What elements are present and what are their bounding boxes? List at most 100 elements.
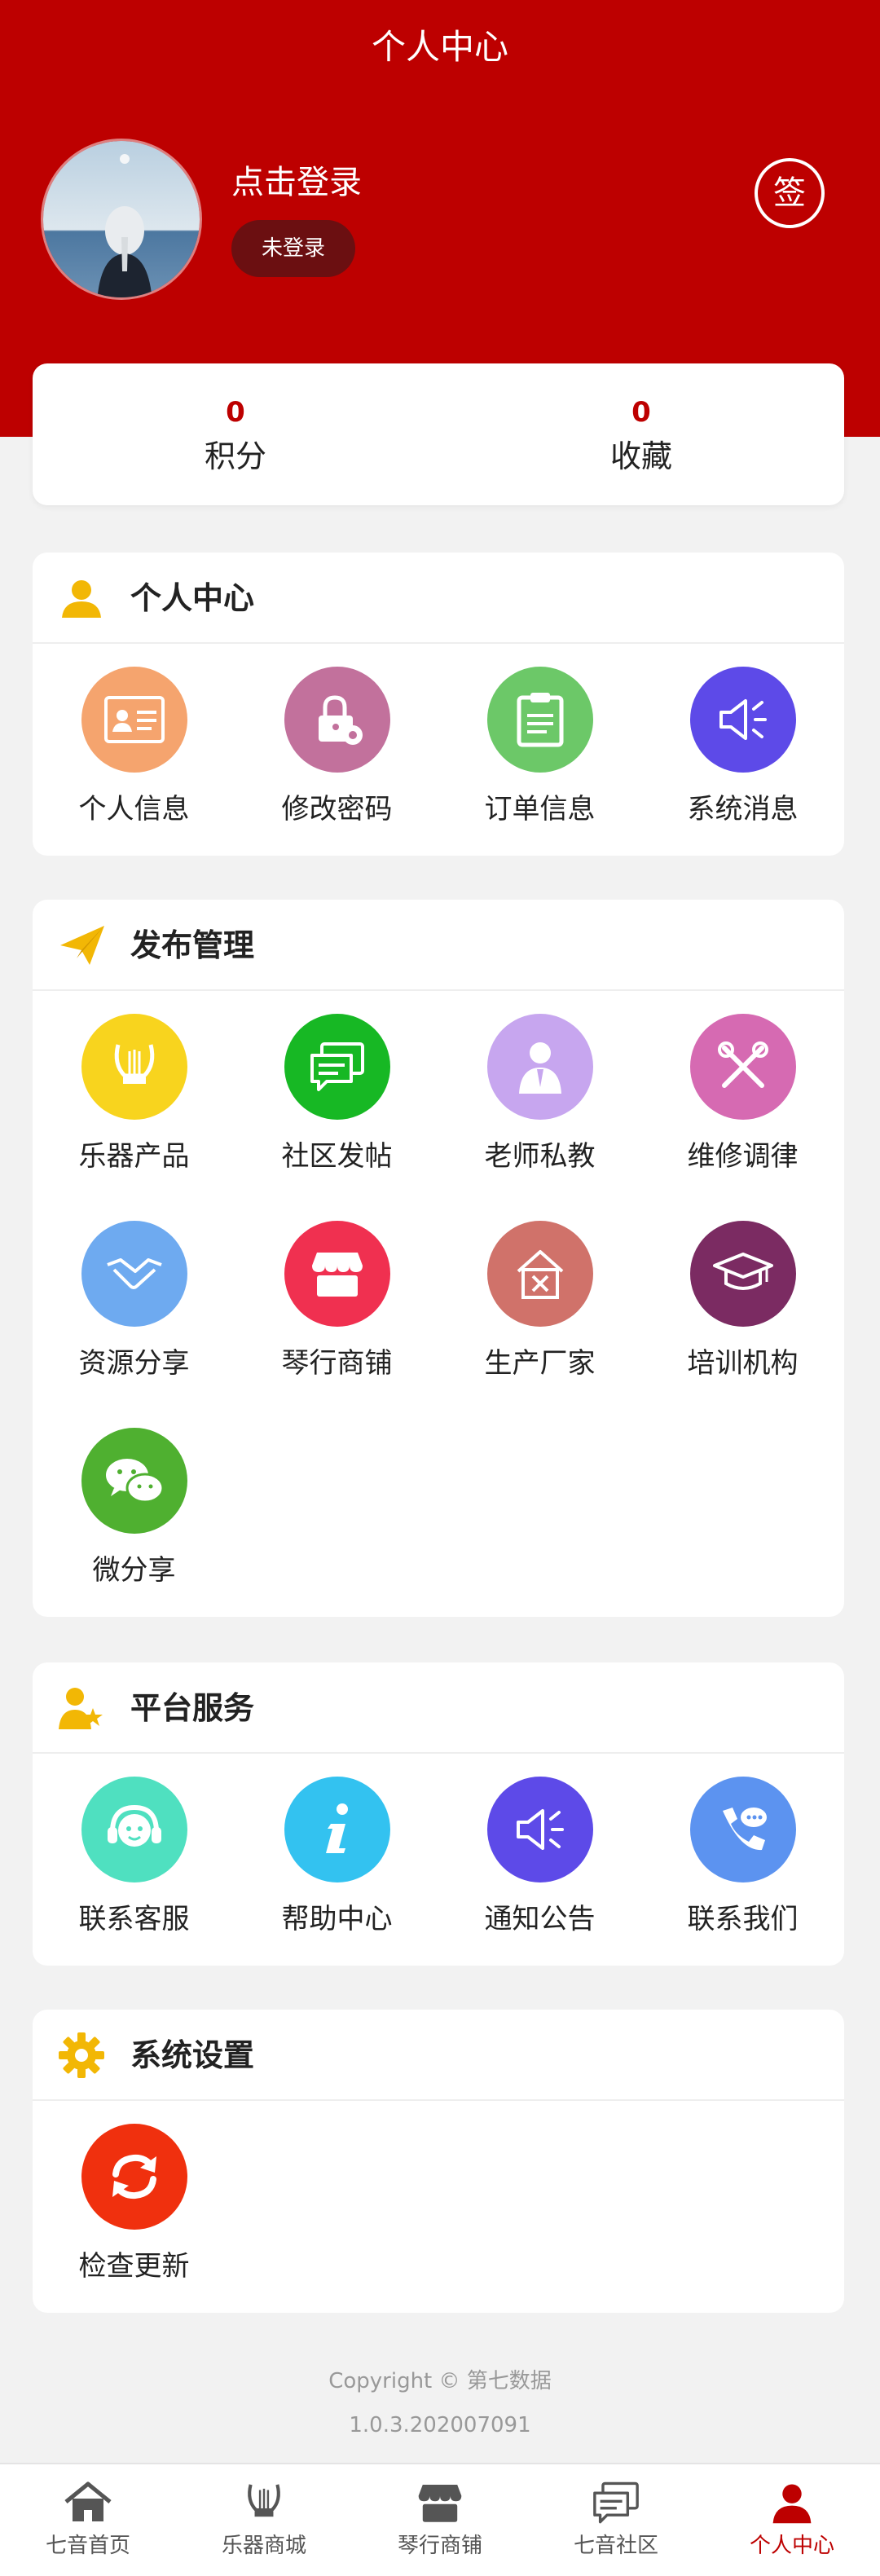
tab-piano-store[interactable]: 琴行商铺 (352, 2464, 528, 2576)
home-icon (64, 2481, 112, 2521)
store-icon (418, 2484, 462, 2522)
system-message-item[interactable]: 系统消息 (641, 667, 844, 830)
manufacturer-item[interactable]: 生产厂家 (438, 1221, 641, 1384)
headset-icon (81, 1777, 187, 1882)
training-institution-item[interactable]: 培训机构 (641, 1221, 844, 1384)
item-label: 帮助中心 (281, 1903, 393, 1935)
favorites-value: 0 (631, 396, 651, 429)
tab-label: 乐器商城 (221, 2534, 306, 2558)
section-header: 系统设置 (33, 2010, 844, 2101)
piano-store-item[interactable]: 琴行商铺 (235, 1221, 438, 1384)
paper-plane-icon (60, 926, 104, 965)
points-value: 0 (226, 396, 245, 429)
item-label: 联系客服 (78, 1903, 190, 1935)
clipboard-icon (486, 667, 593, 773)
community-post-item[interactable]: 社区发帖 (235, 1014, 438, 1177)
tools-icon (689, 1014, 796, 1120)
item-label: 社区发帖 (281, 1140, 393, 1173)
section-title: 系统设置 (130, 2037, 255, 2073)
contact-us-item[interactable]: 联系我们 (641, 1777, 844, 1940)
favorites-label: 收藏 (609, 438, 672, 474)
chat-icon (593, 2481, 639, 2524)
resource-share-item[interactable]: 资源分享 (33, 1221, 235, 1384)
tab-instrument-mall[interactable]: 乐器商城 (176, 2464, 352, 2576)
instrument-product-item[interactable]: 乐器产品 (33, 1014, 235, 1177)
personal-info-item[interactable]: 个人信息 (33, 667, 235, 830)
gear-icon (59, 2032, 104, 2078)
tab-community[interactable]: 七音社区 (528, 2464, 704, 2576)
announcement-item[interactable]: 通知公告 (438, 1777, 641, 1940)
version-text: 1.0.3.202007091 (349, 2413, 531, 2437)
page-title: 个人中心 (371, 27, 508, 67)
tab-label: 七音社区 (573, 2534, 658, 2558)
stats-card: 0 积分 0 收藏 (33, 363, 844, 505)
item-label: 维修调律 (687, 1140, 799, 1173)
repair-tuning-item[interactable]: 维修调律 (641, 1014, 844, 1177)
megaphone-icon (486, 1777, 593, 1882)
login-status-badge: 未登录 (231, 220, 355, 277)
login-prompt[interactable]: 点击登录 (231, 160, 362, 205)
publish-management-section: 发布管理 乐器产品 社区发帖 老师私教 维修调律 资源分享 琴行商铺 生产厂家 … (33, 900, 844, 1617)
item-label: 生产厂家 (484, 1347, 596, 1380)
tab-personal-center[interactable]: 个人中心 (704, 2464, 880, 2576)
item-label: 培训机构 (687, 1347, 799, 1380)
personal-center-section: 个人中心 个人信息 修改密码 订单信息 系统消息 (33, 553, 844, 856)
item-label: 通知公告 (484, 1903, 596, 1935)
check-update-item[interactable]: 检查更新 (33, 2124, 235, 2287)
bottom-tab-bar: 七音首页 乐器商城 琴行商铺 七音社区 个人中心 (0, 2463, 880, 2576)
megaphone-icon (689, 667, 796, 773)
wechat-share-item[interactable]: 微分享 (33, 1428, 235, 1591)
store-icon (284, 1221, 390, 1327)
item-label: 琴行商铺 (281, 1347, 393, 1380)
person-icon (772, 2484, 812, 2524)
item-label: 乐器产品 (78, 1140, 190, 1173)
lyre-icon (248, 2484, 280, 2517)
item-label: 资源分享 (78, 1347, 190, 1380)
chat-icon (284, 1014, 390, 1120)
avatar[interactable] (41, 139, 202, 300)
info-icon (284, 1777, 390, 1882)
lock-settings-icon (284, 667, 390, 773)
handshake-icon (81, 1221, 187, 1327)
item-label: 微分享 (92, 1554, 176, 1587)
section-header: 个人中心 (33, 553, 844, 644)
person-icon (62, 580, 101, 618)
lyre-icon (81, 1014, 187, 1120)
item-label: 订单信息 (484, 793, 596, 826)
sign-in-button[interactable]: 签 (755, 158, 825, 228)
item-label: 老师私教 (484, 1140, 596, 1173)
avatar-image (43, 141, 200, 297)
item-label: 修改密码 (281, 793, 393, 826)
customer-service-item[interactable]: 联系客服 (33, 1777, 235, 1940)
item-label: 检查更新 (78, 2250, 190, 2283)
user-group-icon (59, 1688, 103, 1729)
order-info-item[interactable]: 订单信息 (438, 667, 641, 830)
section-title: 个人中心 (130, 580, 255, 616)
section-header: 发布管理 (33, 900, 844, 991)
tab-label: 琴行商铺 (397, 2534, 482, 2558)
platform-service-section: 平台服务 联系客服 帮助中心 通知公告 联系我们 (33, 1662, 844, 1966)
points-stat[interactable]: 0 积分 (33, 394, 438, 479)
section-title: 平台服务 (130, 1690, 255, 1726)
item-label: 系统消息 (687, 793, 799, 826)
tab-label: 个人中心 (749, 2534, 834, 2558)
help-center-item[interactable]: 帮助中心 (235, 1777, 438, 1940)
section-header: 平台服务 (33, 1662, 844, 1754)
tab-label: 七音首页 (45, 2534, 130, 2558)
teacher-icon (486, 1014, 593, 1120)
teacher-tutoring-item[interactable]: 老师私教 (438, 1014, 641, 1177)
item-label: 联系我们 (687, 1903, 799, 1935)
refresh-icon (81, 2124, 187, 2230)
system-settings-section: 系统设置 检查更新 (33, 2010, 844, 2313)
factory-icon (486, 1221, 593, 1327)
copyright-text: Copyright © 第七数据 (328, 2369, 552, 2393)
section-title: 发布管理 (130, 927, 255, 963)
change-password-item[interactable]: 修改密码 (235, 667, 438, 830)
id-card-icon (81, 667, 187, 773)
points-label: 积分 (204, 438, 266, 474)
favorites-stat[interactable]: 0 收藏 (438, 394, 844, 479)
phone-chat-icon (689, 1777, 796, 1882)
tab-home[interactable]: 七音首页 (0, 2464, 176, 2576)
wechat-icon (81, 1428, 187, 1534)
graduation-cap-icon (689, 1221, 796, 1327)
